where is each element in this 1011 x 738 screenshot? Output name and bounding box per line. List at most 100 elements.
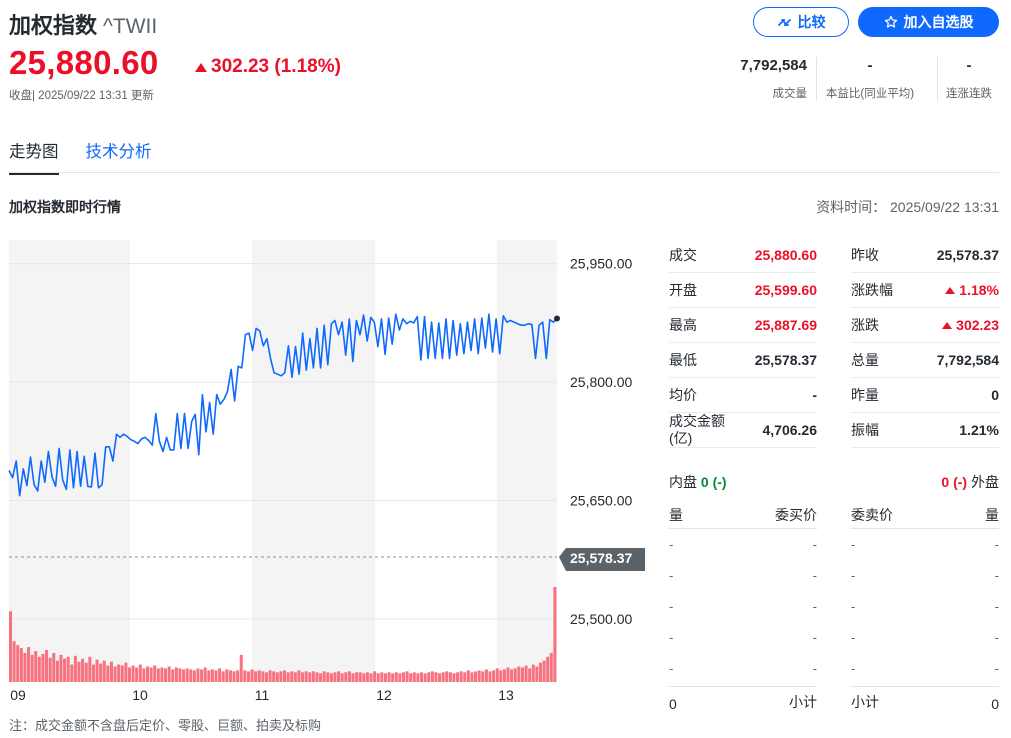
outer-volume: 0 (-) 外盘 — [941, 472, 999, 492]
volume-bar — [286, 672, 290, 682]
volume-bar — [488, 671, 492, 682]
quote-value: 25,887.69 — [754, 317, 817, 333]
quote-row: 最低 25,578.37 — [669, 343, 817, 378]
quote-title: 加权指数 ^TWII — [9, 8, 157, 40]
quote-label: 涨跌 — [851, 317, 879, 333]
quote-value: 302.23 — [942, 317, 999, 333]
volume-bar — [34, 650, 38, 682]
volume-bar — [243, 670, 247, 682]
volume-bar — [127, 667, 131, 682]
volume-bar — [391, 673, 395, 682]
volume-bar — [528, 668, 532, 682]
quote-value: 1.18% — [945, 282, 999, 298]
bid-volume: - — [669, 630, 674, 645]
volume-bar — [420, 672, 424, 682]
bid-table: 量 委买价 -- -- -- -- -- 0 小计 — [669, 505, 817, 712]
volume-bar — [347, 671, 351, 682]
volume-bar — [495, 668, 499, 682]
volume-bar — [106, 665, 110, 682]
volume-bar — [272, 671, 276, 682]
inner-volume: 内盘 0 (-) — [669, 472, 727, 492]
bid-row: -- — [669, 591, 817, 622]
volume-bar — [448, 672, 452, 682]
ask-row: -- — [851, 622, 999, 653]
volume-bar — [315, 672, 319, 682]
x-tick-label: 10 — [132, 687, 148, 703]
compare-button[interactable]: 比较 — [753, 7, 849, 37]
bid-volume: - — [669, 537, 674, 552]
quote-value: 25,599.60 — [754, 282, 817, 298]
ask-price: - — [851, 661, 856, 676]
volume-bar — [95, 659, 99, 682]
volume-bar — [293, 672, 297, 682]
quote-row: 成交金额(亿) 4,706.26 — [669, 413, 817, 448]
volume-bar — [91, 664, 95, 682]
volume-bar — [470, 672, 474, 682]
volume-bar — [225, 669, 229, 682]
bid-row: -- — [669, 622, 817, 653]
intraday-chart[interactable]: 25,950.00 25,800.00 25,650.00 25,500.00 25,5… — [0, 236, 660, 710]
volume-bar — [416, 673, 420, 682]
quote-value: 0 — [991, 387, 999, 403]
volume-bar — [16, 645, 20, 682]
volume-bar — [434, 672, 438, 682]
volume-bar — [81, 658, 85, 682]
volume-bar — [474, 671, 478, 682]
ask-row: -- — [851, 529, 999, 560]
ask-header: 委卖价 量 — [851, 505, 999, 529]
volume-bar — [459, 671, 463, 682]
quote-value-text: 1.18% — [959, 282, 999, 298]
outer-label: 外盘 — [971, 474, 999, 490]
stat-divider — [816, 57, 817, 101]
bid-price: - — [812, 568, 817, 583]
volume-bar — [275, 672, 279, 682]
volume-bar — [135, 667, 139, 682]
x-tick-label: 09 — [10, 687, 26, 703]
ask-volume: - — [994, 599, 999, 614]
quote-value-text: 302.23 — [956, 317, 999, 333]
volume-bar — [297, 670, 301, 682]
volume-bar — [326, 672, 330, 682]
volume-bar — [27, 647, 31, 682]
quote-label: 开盘 — [669, 282, 697, 298]
volume-bar — [84, 662, 88, 682]
volume-bar — [200, 669, 204, 682]
volume-bar — [59, 654, 63, 682]
reference-label: 25,578.37 — [570, 550, 632, 566]
volume-bar — [484, 669, 488, 682]
volume-bar — [531, 664, 535, 682]
volume-bar — [156, 668, 160, 682]
ask-header-volume: 量 — [985, 507, 999, 523]
volume-bar — [333, 672, 337, 682]
volume-bar — [387, 672, 391, 682]
bid-header: 量 委买价 — [669, 505, 817, 529]
volume-bar — [178, 668, 182, 682]
ask-total: 0 — [991, 696, 999, 712]
volume-bar — [279, 671, 283, 682]
volume-bar — [283, 670, 287, 682]
volume-bar — [37, 656, 41, 682]
volume-bar — [52, 652, 56, 682]
volume-bar — [398, 673, 402, 682]
volume-bar — [192, 670, 196, 682]
stat-volume-value: 7,792,584 — [740, 57, 807, 74]
compare-icon — [777, 15, 792, 30]
tab-divider — [9, 172, 999, 173]
x-tick-label: 11 — [255, 687, 270, 703]
add-to-watchlist-button[interactable]: 加入自选股 — [858, 7, 999, 37]
quote-row: 昨量 0 — [851, 378, 999, 413]
volume-bar — [63, 658, 67, 682]
ask-price: - — [851, 568, 856, 583]
volume-bar — [131, 665, 135, 682]
stat-volume: 7,792,584 成交量 — [740, 57, 807, 101]
tab-technical-analysis[interactable]: 技术分析 — [86, 138, 152, 175]
volume-bar — [322, 671, 326, 682]
compare-label: 比较 — [797, 14, 826, 30]
volume-bar — [232, 671, 236, 682]
quote-label: 昨量 — [851, 387, 879, 403]
volume-bar — [319, 673, 323, 682]
volume-bar — [70, 664, 74, 682]
triangle-up-icon — [195, 62, 207, 72]
volume-bar — [463, 672, 467, 682]
tab-chart[interactable]: 走势图 — [9, 138, 59, 175]
